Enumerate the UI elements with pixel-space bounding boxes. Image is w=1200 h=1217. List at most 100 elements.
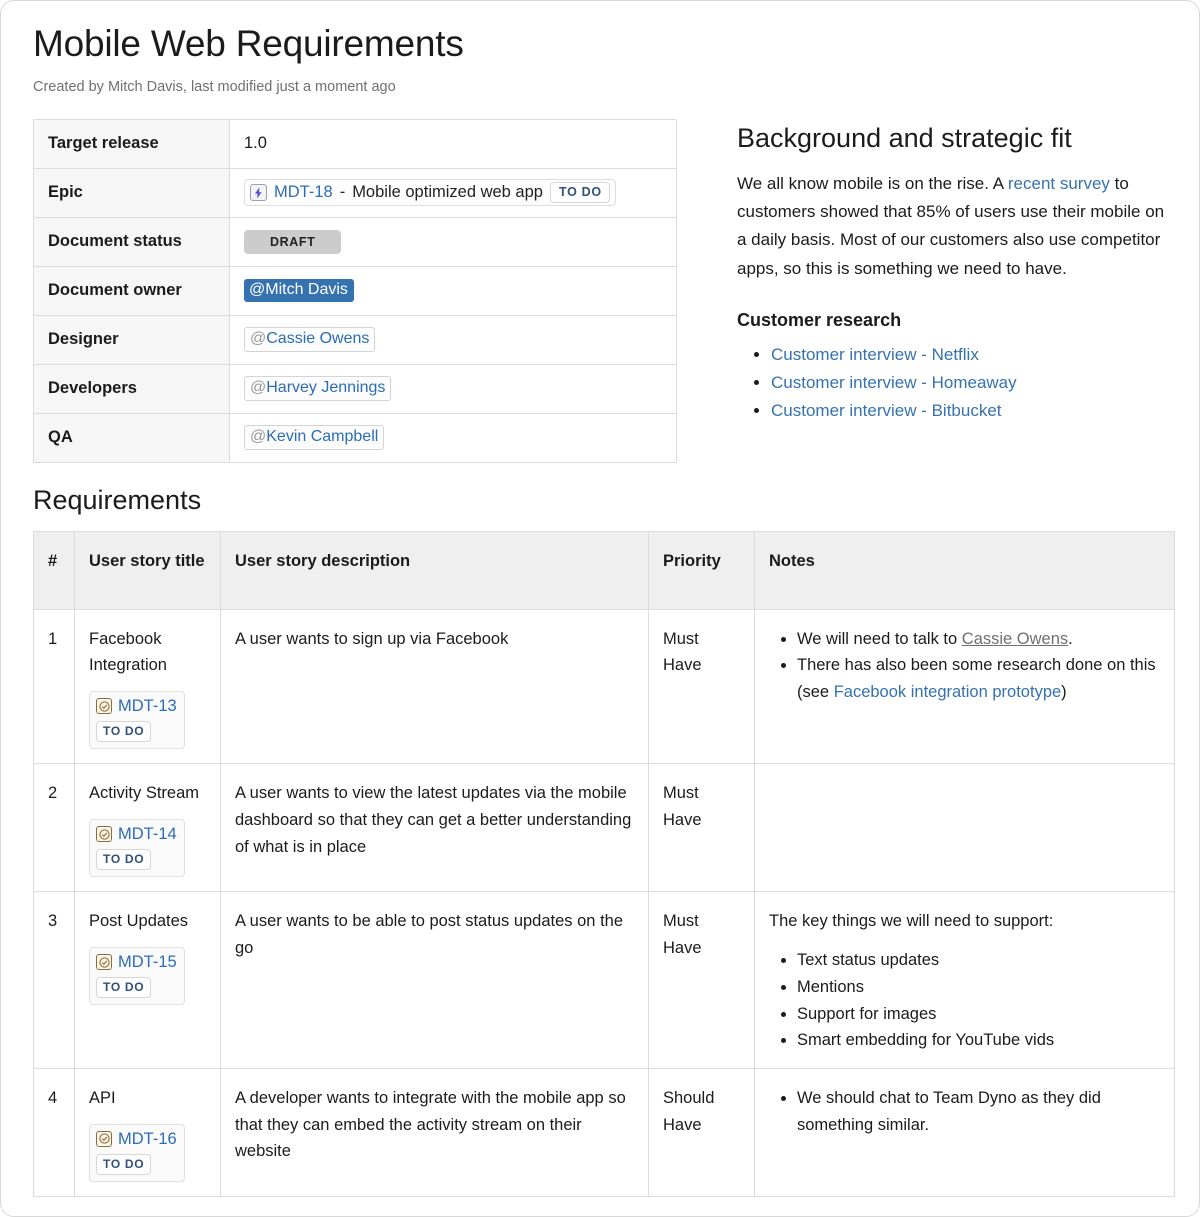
issue-chip-mdt-15[interactable]: MDT-15 TO DO (89, 947, 185, 1005)
at-symbol: @ (250, 379, 266, 396)
row-number: 2 (34, 764, 75, 892)
row-story-title: Activity Stream MDT-14 (75, 764, 221, 892)
recent-survey-link[interactable]: recent survey (1008, 174, 1110, 193)
background-paragraph: We all know mobile is on the rise. A rec… (737, 170, 1171, 283)
info-value-document-owner: @Mitch Davis (230, 266, 677, 315)
epic-key[interactable]: MDT-18 (274, 183, 333, 203)
row-description: A user wants to view the latest updates … (221, 764, 649, 892)
list-item: We should chat to Team Dyno as they did … (797, 1085, 1160, 1138)
research-link-netflix[interactable]: Customer interview - Netflix (771, 345, 979, 364)
story-icon (96, 698, 112, 714)
info-value-target-release: 1.0 (230, 119, 677, 168)
row-number: 4 (34, 1068, 75, 1196)
background-text-part1: We all know mobile is on the rise. A (737, 174, 1008, 193)
row-priority: Must Have (649, 892, 755, 1069)
info-label: Designer (34, 315, 230, 364)
row-description: A user wants to be able to post status u… (221, 892, 649, 1069)
epic-summary-sep: - (340, 183, 346, 203)
issue-status-badge: TO DO (96, 977, 151, 998)
page-byline: Created by Mitch Davis, last modified ju… (33, 79, 1171, 95)
notes-lead-text: The key things we will need to support: (769, 908, 1160, 935)
requirements-table: # User story title User story descriptio… (33, 531, 1175, 1197)
story-title-text: Activity Stream (89, 780, 206, 807)
story-title-text: API (89, 1085, 206, 1112)
row-notes: We will need to talk to Cassie Owens. Th… (755, 609, 1175, 764)
mention-name: Cassie Owens (266, 330, 369, 347)
research-link-bitbucket[interactable]: Customer interview - Bitbucket (771, 401, 1002, 420)
issue-status-badge: TO DO (96, 721, 151, 742)
issue-key[interactable]: MDT-14 (118, 825, 177, 843)
note-text-post: ) (1061, 683, 1067, 701)
requirements-heading: Requirements (33, 485, 1171, 516)
row-number: 3 (34, 892, 75, 1069)
list-item: There has also been some research done o… (797, 652, 1160, 705)
issue-chip-mdt-16[interactable]: MDT-16 TO DO (89, 1124, 185, 1182)
epic-link-chip[interactable]: MDT-18 - Mobile optimized web app TO DO (244, 179, 616, 207)
column-header-notes: Notes (755, 531, 1175, 609)
story-title-text: Post Updates (89, 908, 206, 935)
table-row: 1 Facebook Integration (34, 609, 1175, 764)
info-row-developers: Developers @Harvey Jennings (34, 364, 677, 413)
issue-key[interactable]: MDT-15 (118, 953, 177, 971)
facebook-integration-prototype-link[interactable]: Facebook integration prototype (834, 683, 1061, 701)
issue-status-badge: TO DO (96, 849, 151, 870)
background-heading: Background and strategic fit (737, 122, 1171, 154)
row-priority: Must Have (649, 764, 755, 892)
info-label: Epic (34, 168, 230, 217)
issue-status-badge: TO DO (96, 1154, 151, 1175)
issue-key[interactable]: MDT-13 (118, 697, 177, 715)
info-label: QA (34, 413, 230, 462)
issue-chip-mdt-13[interactable]: MDT-13 TO DO (89, 691, 185, 749)
row-priority: Should Have (649, 1068, 755, 1196)
row-description: A developer wants to integrate with the … (221, 1068, 649, 1196)
customer-research-heading: Customer research (737, 310, 1171, 331)
notes-list: We will need to talk to Cassie Owens. Th… (769, 626, 1160, 706)
epic-lightning-icon (250, 184, 267, 201)
row-notes (755, 764, 1175, 892)
column-header-priority: Priority (649, 531, 755, 609)
user-mention-cassie-owens[interactable]: @Cassie Owens (244, 327, 375, 352)
row-notes: We should chat to Team Dyno as they did … (755, 1068, 1175, 1196)
user-mention-cassie-owens[interactable]: Cassie Owens (962, 630, 1068, 648)
story-icon (96, 826, 112, 842)
user-mention-kevin-campbell[interactable]: @Kevin Campbell (244, 425, 384, 450)
info-value-developers: @Harvey Jennings (230, 364, 677, 413)
row-story-title: Post Updates MDT-15 (75, 892, 221, 1069)
note-text-post: . (1068, 630, 1073, 648)
info-label: Document status (34, 217, 230, 266)
info-value-qa: @Kevin Campbell (230, 413, 677, 462)
info-row-epic: Epic MDT-18 - (34, 168, 677, 217)
epic-status-badge: TO DO (550, 182, 610, 204)
notes-list: Text status updates Mentions Support for… (769, 947, 1160, 1054)
document-info-table: Target release 1.0 Epic (33, 119, 677, 463)
issue-key[interactable]: MDT-16 (118, 1130, 177, 1148)
mention-name: Kevin Campbell (266, 428, 378, 445)
column-header-number: # (34, 531, 75, 609)
info-label: Developers (34, 364, 230, 413)
user-mention-mitch-davis[interactable]: @Mitch Davis (244, 279, 354, 302)
issue-chip-mdt-14[interactable]: MDT-14 TO DO (89, 819, 185, 877)
research-link-homeaway[interactable]: Customer interview - Homeaway (771, 373, 1017, 392)
list-item: We will need to talk to Cassie Owens. (797, 626, 1160, 653)
info-value-designer: @Cassie Owens (230, 315, 677, 364)
info-row-target-release: Target release 1.0 (34, 119, 677, 168)
column-header-story-title: User story title (75, 531, 221, 609)
table-row: 3 Post Updates MDT- (34, 892, 1175, 1069)
row-priority: Must Have (649, 609, 755, 764)
row-number: 1 (34, 609, 75, 764)
row-story-title: API MDT-16 TO (75, 1068, 221, 1196)
table-header-row: # User story title User story descriptio… (34, 531, 1175, 609)
table-row: 2 Activity Stream M (34, 764, 1175, 892)
info-column: Target release 1.0 Epic (33, 119, 679, 463)
status-badge-draft: DRAFT (244, 230, 341, 254)
info-value-document-status: DRAFT (230, 217, 677, 266)
user-mention-harvey-jennings[interactable]: @Harvey Jennings (244, 376, 391, 401)
info-value-epic: MDT-18 - Mobile optimized web app TO DO (230, 168, 677, 217)
top-columns: Target release 1.0 Epic (33, 119, 1171, 463)
table-row: 4 API MDT-16 (34, 1068, 1175, 1196)
page-title: Mobile Web Requirements (33, 23, 1171, 66)
info-row-document-status: Document status DRAFT (34, 217, 677, 266)
at-symbol: @ (250, 428, 266, 445)
story-icon (96, 954, 112, 970)
story-icon (96, 1131, 112, 1147)
